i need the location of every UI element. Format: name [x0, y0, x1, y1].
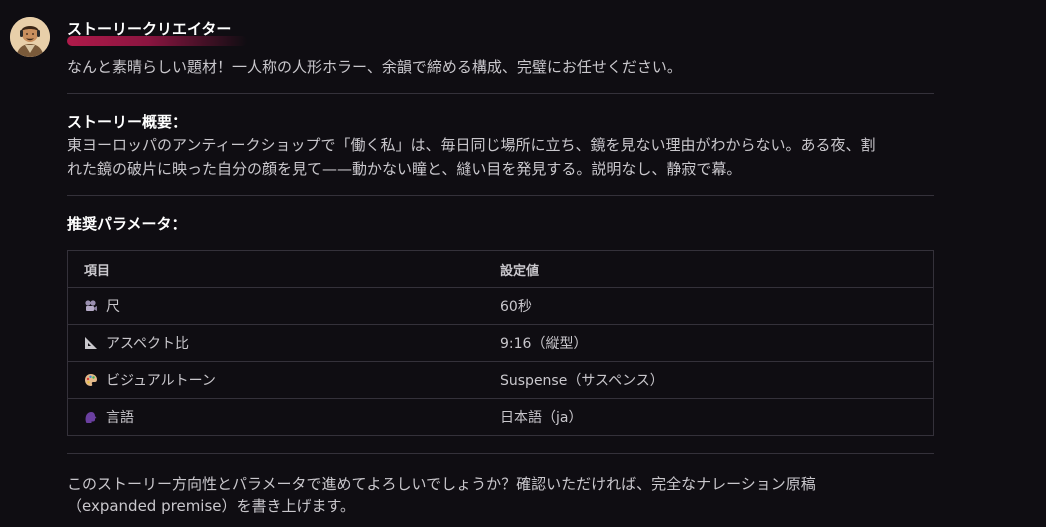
table-header-row: 項目 設定値 — [67, 250, 934, 288]
params-heading: 推奨パラメータ： — [67, 215, 187, 233]
param-item-cell: アスペクト比 — [67, 324, 484, 362]
closing-text: このストーリー方向性とパラメータで進めてよろしいでしょうか？確認いただければ、完… — [67, 473, 934, 517]
divider — [67, 453, 934, 454]
param-item-label: ビジュアルトーン — [106, 373, 216, 389]
param-item-cell: 言語 — [68, 399, 485, 436]
artist-palette-icon — [84, 373, 98, 387]
intro-text: なんと素晴らしい題材！一人称の人形ホラー、余韻で締める構成、完璧にお任せください… — [67, 58, 682, 76]
message-content: ストーリークリエイター なんと素晴らしい題材！一人称の人形ホラー、余韻で締める構… — [67, 12, 934, 517]
param-value-cell: 60秒 — [484, 287, 934, 325]
table-row: アスペクト比 9:16（縦型） — [67, 324, 934, 362]
triangle-ruler-icon — [84, 336, 98, 350]
overview-line: 東ヨーロッパのアンティークショップで「働く私」は、毎日同じ場所に立ち、鏡を見ない… — [67, 136, 876, 154]
param-item-label: アスペクト比 — [106, 336, 190, 352]
table-row: ビジュアルトーン Suspense（サスペンス） — [67, 361, 934, 399]
column-header-item: 項目 — [67, 250, 484, 288]
param-value-cell: Suspense（サスペンス） — [484, 361, 934, 399]
table-row: 尺 60秒 — [67, 287, 934, 325]
speaking-head-icon — [84, 410, 98, 424]
sender-name: ストーリークリエイター — [67, 20, 232, 38]
assistant-message: ストーリークリエイター なんと素晴らしい題材！一人称の人形ホラー、余韻で締める構… — [0, 0, 1046, 527]
overview-heading: ストーリー概要： — [67, 113, 188, 131]
param-item-cell: ビジュアルトーン — [67, 361, 484, 399]
divider — [67, 195, 934, 196]
param-item-cell: 尺 — [67, 287, 484, 325]
sender-header: ストーリークリエイター — [67, 12, 247, 46]
params-table: 項目 設定値 尺 60秒 アスペクト比 9:16（縦型） ビジュアルトーン Su… — [67, 250, 934, 436]
param-value-cell: 日本語（ja） — [500, 410, 583, 426]
overview-line: れた鏡の破片に映った自分の顔を見て——動かない瞳と、縫い目を発見する。説明なし、… — [67, 160, 742, 178]
divider — [67, 93, 934, 94]
column-header-value: 設定値 — [484, 250, 934, 288]
avatar[interactable] — [10, 17, 50, 57]
param-item-label: 尺 — [106, 299, 120, 315]
closing-line: このストーリー方向性とパラメータで進めてよろしいでしょうか？確認いただければ、完… — [67, 475, 816, 493]
film-projector-icon — [84, 299, 98, 313]
closing-line: （expanded premise）を書き上げます。 — [67, 497, 356, 515]
table-row: 言語 日本語（ja） — [68, 399, 934, 436]
param-item-label: 言語 — [106, 410, 134, 426]
param-value-cell: 9:16（縦型） — [484, 324, 934, 362]
avatar-character-icon — [10, 17, 50, 57]
overview-text: 東ヨーロッパのアンティークショップで「働く私」は、毎日同じ場所に立ち、鏡を見ない… — [67, 133, 934, 181]
